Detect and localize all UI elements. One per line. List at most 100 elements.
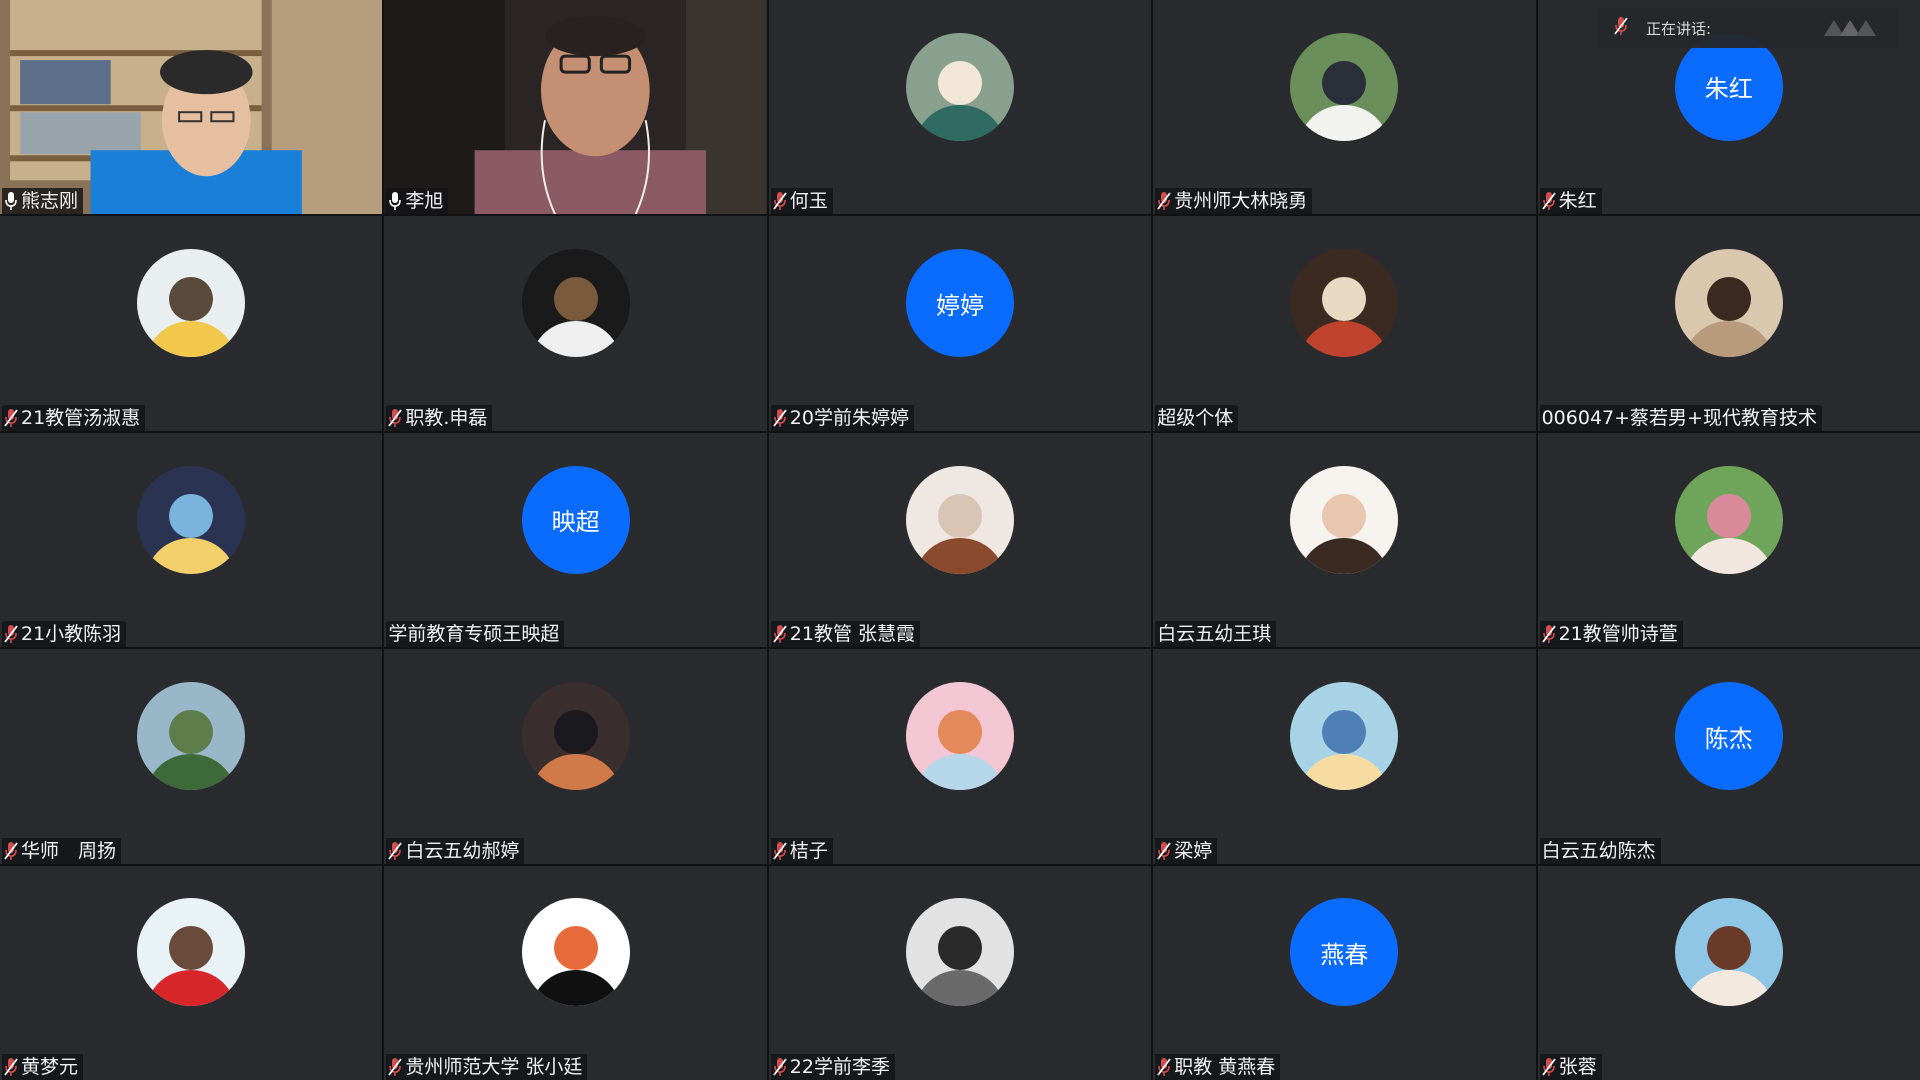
- avatar: [905, 465, 1014, 574]
- avatar: [1290, 682, 1399, 791]
- participant-name-tag: 学前教育专硕王映超: [386, 621, 565, 648]
- participant-name-tag: 张蓉: [1539, 1053, 1602, 1080]
- avatar: [1674, 898, 1783, 1007]
- participant-tile[interactable]: 华师 周扬: [0, 649, 383, 864]
- participant-tile[interactable]: 张蓉: [1537, 865, 1920, 1080]
- participant-tile[interactable]: 黄梦元: [0, 865, 383, 1080]
- participant-tile[interactable]: 21教管汤淑惠: [0, 216, 383, 431]
- participant-name-tag: 职教 黄燕春: [1155, 1053, 1281, 1080]
- avatar-photo: [137, 682, 246, 791]
- participant-tile[interactable]: 白云五幼郝婷: [384, 649, 767, 864]
- participant-name-tag: 006047+蔡若男+现代教育技术: [1539, 404, 1822, 431]
- avatar: [521, 249, 630, 358]
- avatar-photo: [521, 249, 630, 358]
- participant-name-tag: 朱红: [1539, 188, 1602, 215]
- avatar-initials: 婷婷: [935, 291, 984, 320]
- participant-name-tag: 黄梦元: [2, 1053, 84, 1080]
- avatar-photo: [1290, 682, 1399, 791]
- participant-tile[interactable]: 21小教陈羽: [0, 432, 383, 648]
- avatar-initials: 朱红: [1704, 75, 1753, 104]
- participant-name: 何玉: [789, 190, 828, 213]
- participant-tile[interactable]: 白云五幼王琪: [1153, 432, 1536, 648]
- participant-name: 贵州师范大学 张小廷: [405, 1055, 583, 1078]
- avatar: [521, 682, 630, 791]
- participant-name-tag: 何玉: [770, 188, 833, 215]
- avatar-initials: 燕春: [1320, 940, 1369, 969]
- participant-name: 21小教陈羽: [21, 623, 122, 646]
- avatar-photo: [521, 898, 630, 1007]
- avatar: [1290, 32, 1399, 141]
- participant-name-tag: 熊志刚: [2, 188, 84, 215]
- mic-muted-icon: [4, 841, 18, 861]
- avatar: 朱红: [1674, 32, 1783, 141]
- participant-name: 黄梦元: [21, 1055, 79, 1078]
- participant-name: 熊志刚: [21, 190, 79, 213]
- avatar: [905, 32, 1014, 141]
- participant-name: 朱红: [1558, 190, 1597, 213]
- participant-name-tag: 梁婷: [1155, 837, 1218, 864]
- participant-name: 21教管帅诗萱: [1558, 623, 1678, 646]
- avatar-photo: [137, 898, 246, 1007]
- participant-tile[interactable]: 李旭: [384, 0, 767, 215]
- participant-tile[interactable]: 燕春职教 黄燕春: [1153, 865, 1536, 1080]
- avatar-photo: [905, 32, 1014, 141]
- participant-tile[interactable]: 006047+蔡若男+现代教育技术: [1537, 216, 1920, 431]
- participant-tile[interactable]: 熊志刚: [0, 0, 383, 215]
- participant-name: 桔子: [789, 839, 828, 862]
- speaking-mic-icon: [1614, 16, 1628, 40]
- participant-tile[interactable]: 22学前李季: [768, 865, 1152, 1080]
- mic-muted-icon: [1541, 191, 1556, 211]
- avatar: [1674, 465, 1783, 574]
- avatar-photo: [905, 465, 1014, 574]
- participant-tile[interactable]: 梁婷: [1153, 649, 1536, 864]
- participant-name: 梁婷: [1174, 839, 1213, 862]
- speaking-wave-icon: [1824, 16, 1888, 40]
- avatar-photo: [905, 682, 1014, 791]
- participant-name: 22学前李季: [789, 1055, 890, 1078]
- avatar-photo: [137, 249, 246, 358]
- participant-name-tag: 职教.申磊: [386, 404, 493, 431]
- camera-video: [384, 0, 767, 215]
- participant-name: 白云五幼王琪: [1157, 623, 1272, 646]
- mic-muted-icon: [388, 408, 403, 428]
- avatar-initials: 陈杰: [1704, 724, 1753, 753]
- participant-tile[interactable]: 贵州师大林晓勇: [1153, 0, 1536, 215]
- participant-tile[interactable]: 桔子: [768, 649, 1152, 864]
- participant-tile[interactable]: 映超 学前教育专硕王映超: [384, 432, 767, 648]
- participant-tile[interactable]: 婷婷 20学前朱婷婷: [768, 216, 1152, 431]
- participant-name-tag: 李旭: [386, 188, 449, 215]
- participant-name-tag: 华师 周扬: [2, 837, 122, 864]
- participant-tile[interactable]: 超级个体: [1153, 216, 1536, 431]
- mic-muted-icon: [1157, 841, 1171, 861]
- participant-tile[interactable]: 贵州师范大学 张小廷: [384, 865, 767, 1080]
- participant-name: 006047+蔡若男+现代教育技术: [1541, 406, 1817, 429]
- avatar-photo: [1674, 898, 1783, 1007]
- participant-tile[interactable]: 21教管 张慧霞: [768, 432, 1152, 648]
- participant-name-tag: 22学前李季: [770, 1053, 895, 1080]
- mic-muted-icon: [773, 841, 787, 861]
- mic-muted-icon: [4, 1057, 18, 1077]
- avatar: [137, 249, 246, 358]
- participant-name-tag: 白云五幼陈杰: [1539, 837, 1661, 864]
- participant-name-tag: 贵州师大林晓勇: [1155, 188, 1313, 215]
- participant-name: 白云五幼郝婷: [405, 839, 520, 862]
- participant-name-tag: 桔子: [770, 837, 833, 864]
- participant-tile[interactable]: 何玉: [768, 0, 1152, 215]
- participant-tile[interactable]: 陈杰白云五幼陈杰: [1537, 649, 1920, 864]
- mic-muted-icon: [773, 1057, 787, 1077]
- participant-name: 20学前朱婷婷: [789, 406, 909, 429]
- participant-name: 超级个体: [1157, 406, 1234, 429]
- participant-tile[interactable]: 职教.申磊: [384, 216, 767, 431]
- avatar-photo: [1290, 32, 1399, 141]
- participant-name: 贵州师大林晓勇: [1174, 190, 1308, 213]
- participant-tile[interactable]: 21教管帅诗萱: [1537, 432, 1920, 648]
- mic-on-icon: [388, 191, 402, 211]
- participant-name: 李旭: [405, 190, 444, 213]
- participant-name-tag: 白云五幼王琪: [1155, 621, 1277, 648]
- avatar-photo: [1290, 465, 1399, 574]
- mic-muted-icon: [1541, 1057, 1556, 1077]
- avatar-photo: [137, 465, 246, 574]
- avatar-photo: [1674, 249, 1783, 358]
- avatar-photo: [1674, 465, 1783, 574]
- participant-name-tag: 21教管 张慧霞: [770, 621, 921, 648]
